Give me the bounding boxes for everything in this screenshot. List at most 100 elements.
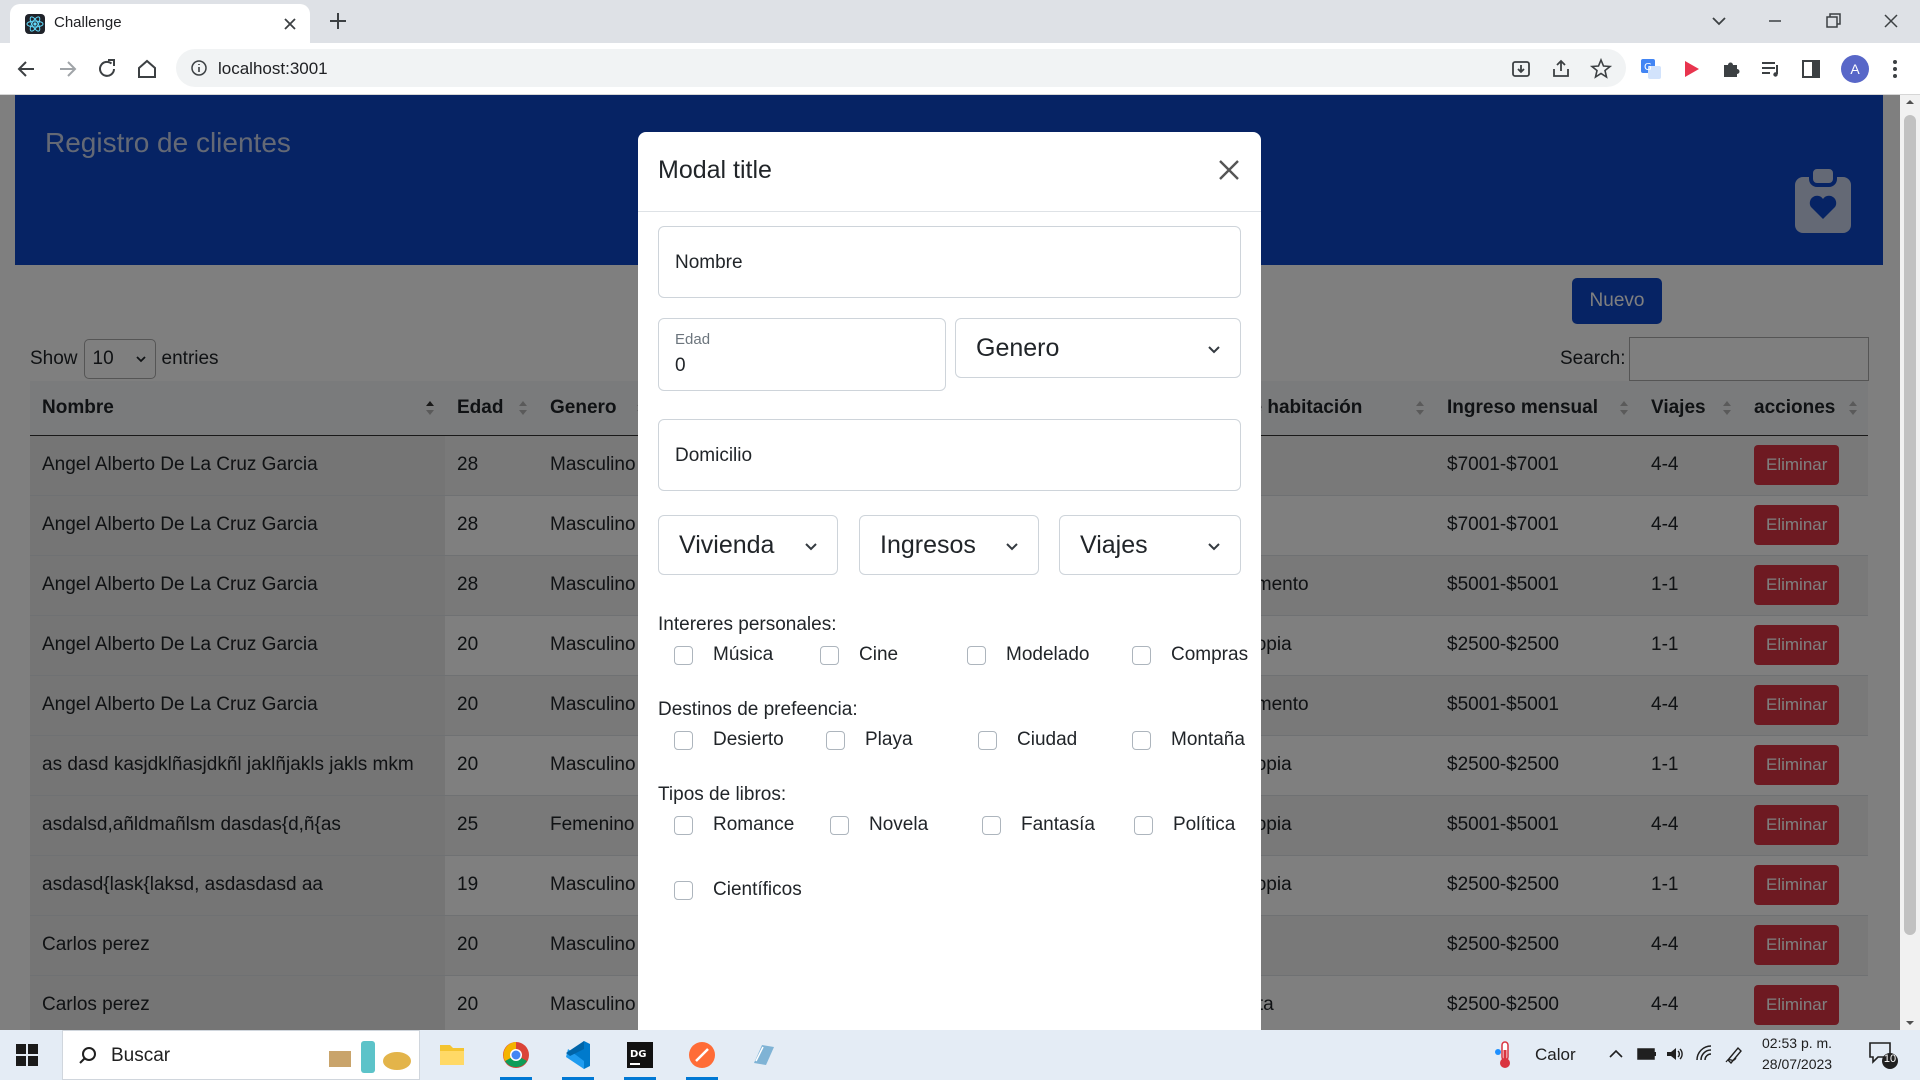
taskbar-search-text: Buscar [111, 1045, 171, 1066]
destinos-label: Destinos de prefeencia: [658, 699, 858, 720]
address-bar[interactable]: localhost:3001 [176, 49, 1626, 87]
nombre-field[interactable]: Nombre [658, 226, 1241, 298]
vivienda-select-value: Vivienda [679, 531, 775, 559]
share-icon[interactable] [1548, 56, 1574, 82]
windows-start-icon[interactable] [15, 1043, 39, 1067]
checkbox-box[interactable] [674, 730, 693, 750]
back-icon[interactable] [14, 56, 40, 82]
notes-app-icon[interactable] [740, 1035, 788, 1075]
taskbar-search[interactable]: Buscar [62, 1030, 420, 1080]
profile-avatar[interactable]: A [1841, 55, 1869, 83]
media-controls-icon[interactable] [1758, 56, 1784, 82]
checkbox-box[interactable] [967, 645, 986, 665]
checkbox-box[interactable] [982, 815, 1001, 835]
viajes-select[interactable]: Viajes [1059, 515, 1241, 575]
chevron-down-icon [1208, 543, 1220, 551]
search-icon [77, 1045, 99, 1067]
checkbox-intereses[interactable]: Música [674, 644, 773, 666]
restore-icon[interactable] [1822, 10, 1844, 32]
checkbox-destinos[interactable]: Playa [826, 729, 913, 751]
checkbox-label: Fantasía [1021, 814, 1095, 835]
pen-icon[interactable] [1724, 1044, 1746, 1064]
chrome-menu-icon[interactable] [1882, 56, 1908, 82]
checkbox-intereses[interactable]: Cine [820, 644, 898, 666]
new-tab-icon[interactable] [327, 10, 349, 32]
battery-icon[interactable] [1636, 1044, 1658, 1064]
checkbox-box[interactable] [674, 880, 693, 900]
tab-close-icon[interactable] [280, 14, 300, 34]
bookmark-star-icon[interactable] [1588, 56, 1614, 82]
datagrip-icon[interactable]: DG [616, 1035, 664, 1080]
checkbox-label: Cine [859, 644, 899, 665]
checkbox-box[interactable] [674, 645, 693, 665]
search-highlight-icon [325, 1037, 415, 1075]
taskbar-clock[interactable]: 02:53 p. m. 28/07/2023 [1762, 1033, 1832, 1075]
scroll-down-arrow-icon[interactable] [1900, 1016, 1920, 1030]
close-icon[interactable] [1215, 156, 1243, 184]
page-scrollbar[interactable] [1900, 95, 1920, 1030]
checkbox-box[interactable] [830, 815, 849, 835]
address-url: localhost:3001 [218, 59, 328, 78]
client-modal: Modal title Nombre Edad 0 Genero Domicil… [638, 132, 1261, 1030]
edad-value: 0 [675, 355, 686, 376]
postman-icon[interactable] [678, 1035, 726, 1080]
checkbox-box[interactable] [978, 730, 997, 750]
domicilio-field[interactable]: Domicilio [658, 419, 1241, 491]
checkbox-intereses[interactable]: Compras [1132, 644, 1248, 666]
checkbox-libros[interactable]: Novela [830, 814, 928, 836]
checkbox-label: Científicos [713, 879, 802, 900]
vscode-icon[interactable] [554, 1035, 602, 1080]
scroll-up-arrow-icon[interactable] [1900, 95, 1920, 109]
checkbox-label: Ciudad [1017, 729, 1078, 750]
install-app-icon[interactable] [1508, 56, 1534, 82]
side-panel-icon[interactable] [1798, 56, 1824, 82]
vivienda-select[interactable]: Vivienda [658, 515, 838, 575]
minimize-icon[interactable] [1764, 10, 1786, 32]
checkbox-box[interactable] [826, 730, 845, 750]
extensions-puzzle-icon[interactable] [1718, 56, 1744, 82]
checkbox-libros[interactable]: Científicos [674, 879, 802, 901]
checkbox-destinos[interactable]: Montaña [1132, 729, 1245, 751]
checkbox-box[interactable] [820, 645, 839, 665]
tab-search-chevron-icon[interactable] [1708, 10, 1730, 32]
edad-field[interactable]: Edad 0 [658, 318, 946, 391]
reload-icon[interactable] [94, 56, 120, 82]
checkbox-libros[interactable]: Romance [674, 814, 794, 836]
ingresos-select[interactable]: Ingresos [859, 515, 1039, 575]
close-window-icon[interactable] [1880, 10, 1902, 32]
tray-chevron-up-icon[interactable] [1606, 1044, 1626, 1064]
site-info-icon[interactable] [190, 59, 208, 77]
checkbox-label: Romance [713, 814, 795, 835]
checkbox-box[interactable] [674, 815, 693, 835]
volume-icon[interactable] [1664, 1044, 1686, 1064]
forward-icon[interactable] [54, 56, 80, 82]
checkbox-destinos[interactable]: Ciudad [978, 729, 1077, 751]
checkbox-label: Desierto [713, 729, 784, 750]
thermometer-icon [1492, 1040, 1518, 1070]
checkbox-intereses[interactable]: Modelado [967, 644, 1089, 666]
checkbox-box[interactable] [1132, 730, 1151, 750]
checkbox-label: Montaña [1171, 729, 1245, 750]
home-icon[interactable] [134, 56, 160, 82]
checkbox-label: Música [713, 644, 774, 665]
checkbox-libros[interactable]: Política [1134, 814, 1235, 836]
checkbox-label: Playa [865, 729, 913, 750]
svg-text:DG: DG [630, 1049, 647, 1060]
notifications-icon[interactable]: 10 [1866, 1039, 1900, 1071]
browser-tab[interactable]: Challenge [10, 4, 310, 43]
checkbox-destinos[interactable]: Desierto [674, 729, 784, 751]
video-extension-icon[interactable] [1678, 56, 1704, 82]
translate-extension-icon[interactable]: G [1638, 56, 1664, 82]
wifi-icon[interactable] [1694, 1044, 1716, 1064]
checkbox-box[interactable] [1134, 815, 1153, 835]
svg-text:G: G [1644, 62, 1652, 73]
scrollbar-thumb[interactable] [1904, 115, 1916, 935]
browser-tab-strip: Challenge [0, 0, 1920, 43]
file-explorer-icon[interactable] [428, 1035, 476, 1075]
checkbox-libros[interactable]: Fantasía [982, 814, 1095, 836]
weather-text[interactable]: Calor [1535, 1045, 1576, 1065]
chrome-app-icon[interactable] [492, 1035, 540, 1080]
genero-select[interactable]: Genero [955, 318, 1241, 378]
modal-title: Modal title [658, 156, 772, 184]
checkbox-box[interactable] [1132, 645, 1151, 665]
